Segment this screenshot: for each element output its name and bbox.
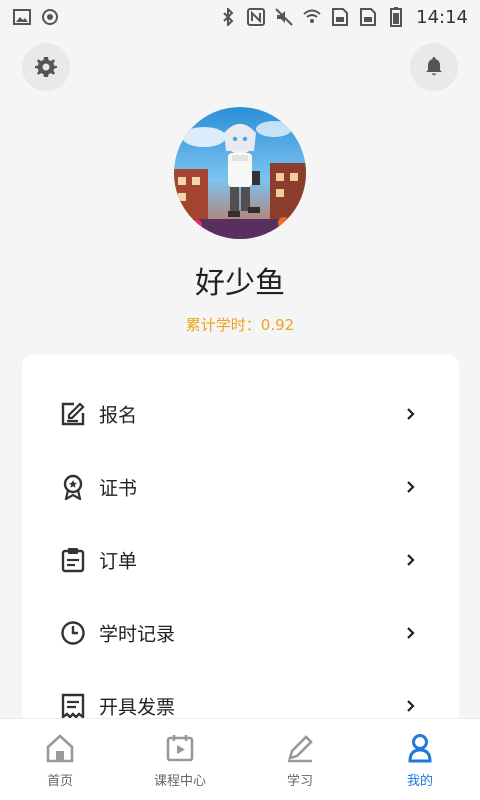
status-time: 14:14	[416, 6, 468, 28]
status-left	[12, 7, 60, 27]
menu-label: 报名	[99, 404, 138, 426]
username: 好少鱼	[195, 266, 285, 301]
study-hours: 累计学时：0.92	[185, 316, 295, 334]
invoice-icon	[61, 693, 85, 719]
battery-icon	[386, 7, 406, 27]
menu-item-orders[interactable]: 订单	[22, 523, 459, 596]
edit-form-icon	[61, 401, 85, 425]
video-calendar-icon	[166, 735, 194, 762]
menu-item-study-records[interactable]: 学时记录	[22, 596, 459, 669]
status-bar: 14:14	[0, 0, 480, 34]
menu-item-certificate[interactable]: 证书	[22, 450, 459, 523]
menu-label: 证书	[99, 477, 138, 499]
chevron-right-icon	[407, 407, 415, 420]
bottom-nav: 首页 课程中心 学习 我的	[0, 718, 480, 800]
settings-button[interactable]	[22, 43, 70, 91]
chevron-right-icon	[407, 626, 415, 639]
menu-label: 开具发票	[99, 696, 176, 718]
nav-label: 学习	[286, 774, 313, 789]
home-icon	[46, 734, 74, 763]
sim-icon	[330, 7, 350, 27]
menu-item-registration[interactable]: 报名	[22, 377, 459, 450]
nav-label: 我的	[406, 774, 433, 789]
menu-label: 学时记录	[99, 623, 176, 645]
sync-icon	[40, 7, 60, 27]
bluetooth-icon	[218, 7, 238, 27]
gear-icon	[35, 57, 57, 77]
wifi-icon	[302, 7, 322, 27]
clipboard-icon	[61, 547, 85, 572]
bell-icon	[426, 57, 442, 76]
mute-icon	[274, 7, 294, 27]
nav-item-home[interactable]: 首页	[0, 719, 120, 800]
notification-button[interactable]	[410, 43, 458, 91]
nav-item-mine[interactable]: 我的	[360, 719, 480, 800]
menu-card: 报名 证书 订单 学时记录 开具发票	[22, 355, 459, 735]
menu-label: 订单	[99, 550, 138, 572]
chevron-right-icon	[407, 553, 415, 566]
nav-label: 首页	[46, 774, 73, 789]
nav-item-study[interactable]: 学习	[240, 719, 360, 800]
avatar[interactable]	[174, 107, 306, 239]
chevron-right-icon	[407, 480, 415, 493]
chevron-right-icon	[407, 699, 415, 712]
sim-icon	[358, 7, 378, 27]
clock-icon	[61, 620, 85, 645]
image-icon	[12, 7, 32, 27]
nav-label: 课程中心	[153, 774, 206, 789]
status-right: 14:14	[218, 7, 468, 28]
nav-item-course-center[interactable]: 课程中心	[120, 719, 240, 800]
person-icon	[408, 734, 432, 763]
pencil-icon	[288, 735, 313, 763]
certificate-badge-icon	[63, 474, 83, 500]
nfc-icon	[246, 7, 266, 27]
